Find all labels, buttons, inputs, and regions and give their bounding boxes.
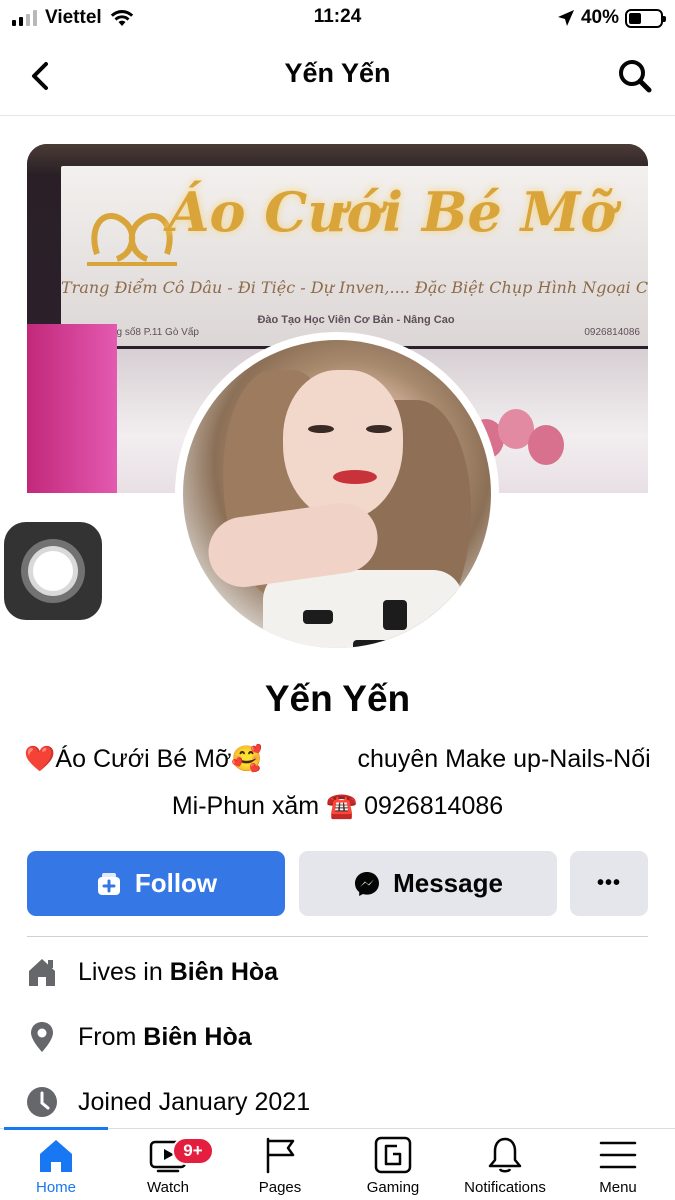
search-icon xyxy=(619,60,652,93)
messenger-icon xyxy=(355,871,380,896)
lives-prefix: Lives in xyxy=(78,957,170,986)
message-button[interactable]: Message xyxy=(299,851,557,916)
from-row[interactable]: From Biên Hòa xyxy=(24,1015,644,1059)
assistive-touch-button[interactable] xyxy=(4,522,102,620)
tab-menu[interactable]: Menu xyxy=(562,1135,674,1199)
active-tab-indicator xyxy=(4,1127,108,1130)
home-icon xyxy=(24,954,60,990)
profile-name: Yến Yến xyxy=(264,678,411,719)
sign-title: Áo Cưới Bé Mỡ xyxy=(167,180,617,244)
from-place: Biên Hòa xyxy=(143,1022,252,1051)
tab-gaming-label: Gaming xyxy=(366,1179,420,1196)
sign-subtitle: Trang Điểm Cô Dâu - Đi Tiệc - Dự Inven,.… xyxy=(61,278,648,297)
battery-percent: 40% xyxy=(580,7,619,28)
header-title: Yến Yến xyxy=(284,58,391,88)
location-pin-icon xyxy=(24,1019,60,1055)
joined-text: Joined January 2021 xyxy=(78,1087,311,1116)
bottom-tab-bar: Home 9+ Watch Pages Gaming Notifications… xyxy=(0,1127,675,1200)
follow-icon xyxy=(97,872,120,895)
hamburger-icon xyxy=(599,1141,637,1169)
tab-notifications[interactable]: Notifications xyxy=(449,1135,561,1199)
battery-icon xyxy=(625,8,666,28)
tab-watch-label: Watch xyxy=(147,1179,189,1196)
status-right: 40% xyxy=(557,7,666,29)
profile-header: Yến Yến xyxy=(0,36,675,116)
sign-phone: 0926814086 xyxy=(584,327,640,338)
from-prefix: From xyxy=(78,1022,144,1051)
profile-avatar[interactable] xyxy=(175,332,499,656)
gaming-icon xyxy=(374,1136,412,1174)
search-button[interactable] xyxy=(615,56,655,96)
status-bar: Viettel 11:24 40% xyxy=(0,0,675,36)
more-options-button[interactable]: ••• xyxy=(570,851,648,916)
tab-home[interactable]: Home xyxy=(0,1135,112,1199)
tab-home-label: Home xyxy=(35,1179,76,1196)
sign-training: Đào Tạo Học Viên Cơ Bản - Nâng Cao xyxy=(257,314,455,326)
location-arrow-icon xyxy=(557,10,574,26)
tab-menu-label: Menu xyxy=(599,1179,637,1196)
tab-gaming[interactable]: Gaming xyxy=(337,1135,449,1199)
profile-bio: ❤️Áo Cưới Bé Mỡ🥰 chuyên Make up-Nails-Nối… xyxy=(20,736,655,830)
bio-part-1: ❤️Áo Cưới Bé Mỡ🥰 xyxy=(24,745,263,773)
divider xyxy=(27,936,648,937)
follow-label: Follow xyxy=(134,868,218,898)
lives-place: Biên Hòa xyxy=(169,957,279,986)
more-dots-icon: ••• xyxy=(596,872,621,894)
battery-fill xyxy=(629,12,641,24)
message-label: Message xyxy=(393,868,503,898)
bell-icon xyxy=(488,1137,522,1173)
home-icon xyxy=(40,1140,72,1172)
lives-in-row[interactable]: Lives in Biên Hòa xyxy=(24,950,644,994)
tab-notifications-label: Notifications xyxy=(464,1179,546,1196)
tab-pages-label: Pages xyxy=(258,1179,302,1196)
tab-pages[interactable]: Pages xyxy=(224,1135,336,1199)
pages-flag-icon xyxy=(266,1137,295,1174)
joined-row: Joined January 2021 xyxy=(24,1080,644,1124)
tab-watch[interactable]: 9+ Watch xyxy=(112,1135,224,1199)
avatar-photo xyxy=(183,340,491,648)
clock-icon xyxy=(24,1084,60,1120)
follow-button[interactable]: Follow xyxy=(27,851,285,916)
watch-badge: 9+ xyxy=(172,1137,214,1165)
